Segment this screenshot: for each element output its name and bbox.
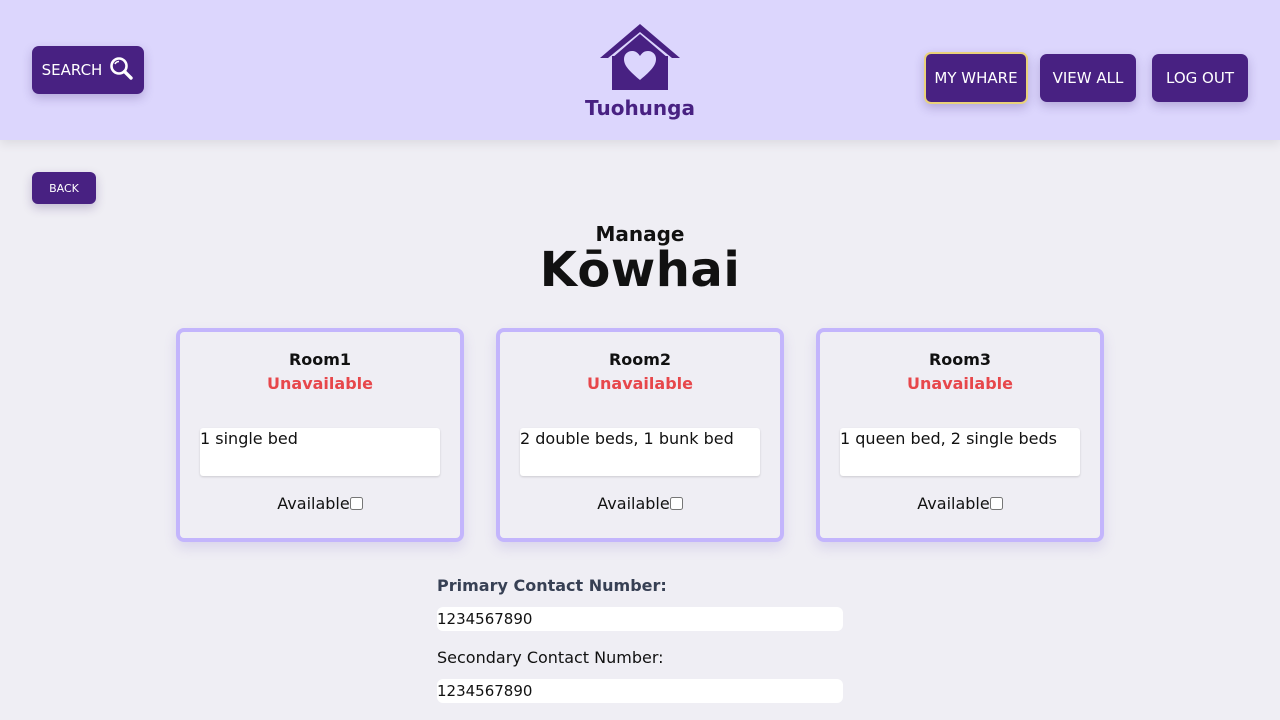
brand-logo[interactable]: Tuohunga [560, 20, 720, 130]
search-button-label: SEARCH [41, 61, 103, 79]
available-toggle[interactable]: Available [500, 494, 780, 513]
room-card: Room3 Unavailable 1 queen bed, 2 single … [816, 328, 1104, 542]
search-icon [108, 55, 134, 85]
available-label: Available [277, 494, 350, 513]
room-description-field[interactable]: 1 queen bed, 2 single beds [840, 428, 1080, 476]
room-name: Room2 [608, 350, 672, 369]
room-card: Room1 Unavailable 1 single bed Available [176, 328, 464, 542]
top-header: SEARCH Tuohunga MY WHARE VIEW ALL LOG OU… [0, 0, 1280, 140]
back-button[interactable]: BACK [32, 172, 96, 204]
my-whare-button[interactable]: MY WHARE [924, 52, 1028, 104]
room-description-field[interactable]: 2 double beds, 1 bunk bed [520, 428, 760, 476]
whare-title: Kōwhai [539, 242, 741, 298]
available-checkbox[interactable] [669, 497, 683, 510]
room-description-field[interactable]: 1 single bed [200, 428, 440, 476]
room-status: Unavailable [907, 374, 1013, 393]
available-checkbox[interactable] [349, 497, 363, 510]
available-label: Available [917, 494, 990, 513]
view-all-button[interactable]: VIEW ALL [1040, 54, 1136, 102]
primary-contact-input[interactable] [437, 607, 843, 631]
available-toggle[interactable]: Available [180, 494, 460, 513]
available-toggle[interactable]: Available [820, 494, 1100, 513]
room-name: Room3 [928, 350, 992, 369]
log-out-button[interactable]: LOG OUT [1152, 54, 1248, 102]
brand-name: Tuohunga [585, 96, 695, 120]
search-button[interactable]: SEARCH [32, 46, 144, 94]
room-status: Unavailable [587, 374, 693, 393]
secondary-contact-label: Secondary Contact Number: [437, 648, 664, 667]
room-name: Room1 [288, 350, 352, 369]
room-status: Unavailable [267, 374, 373, 393]
room-card: Room2 Unavailable 2 double beds, 1 bunk … [496, 328, 784, 542]
available-label: Available [597, 494, 670, 513]
primary-contact-label: Primary Contact Number: [437, 576, 667, 595]
secondary-contact-input[interactable] [437, 679, 843, 703]
available-checkbox[interactable] [989, 497, 1003, 510]
